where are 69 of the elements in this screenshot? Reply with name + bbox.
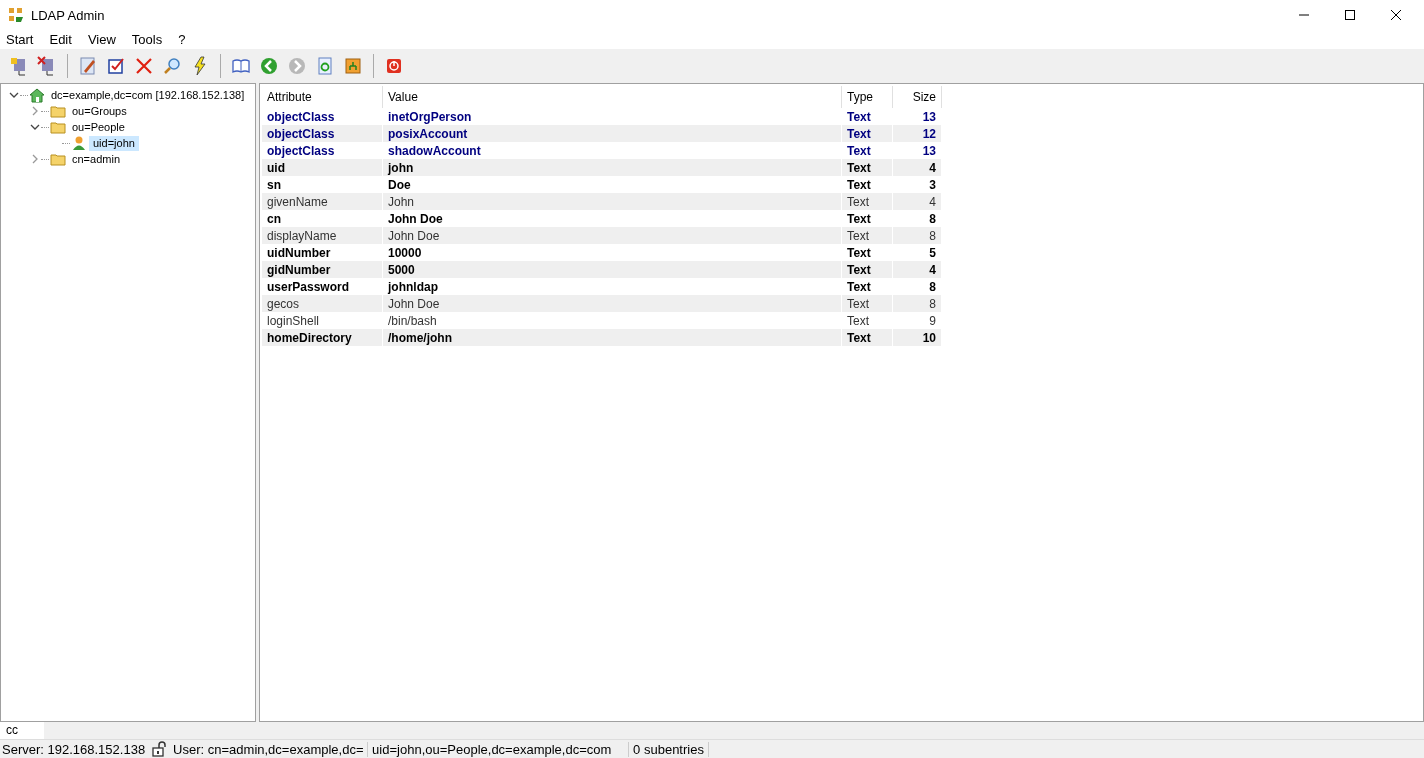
table-cell: homeDirectory bbox=[262, 329, 383, 346]
search-icon[interactable] bbox=[162, 56, 182, 76]
table-cell: 4 bbox=[893, 261, 942, 278]
table-cell: 5000 bbox=[383, 261, 842, 278]
status-server: Server: 192.168.152.138 bbox=[1, 741, 147, 757]
power-icon[interactable] bbox=[384, 56, 404, 76]
table-cell: Text bbox=[842, 193, 893, 210]
menu-item[interactable]: Tools bbox=[131, 31, 163, 47]
table-cell: John bbox=[383, 193, 842, 210]
maximize-icon[interactable] bbox=[1344, 9, 1356, 21]
status-user: User: cn=admin,dc=example,dc= bbox=[169, 741, 369, 757]
column-header[interactable]: Value bbox=[383, 86, 842, 108]
folder-icon bbox=[50, 119, 66, 135]
table-cell: 10 bbox=[893, 329, 942, 346]
table-cell: /home/john bbox=[383, 329, 842, 346]
table-cell: john bbox=[383, 159, 842, 176]
tree-item[interactable]: uid=john bbox=[89, 135, 139, 151]
table-cell: 8 bbox=[893, 295, 942, 312]
collapse-chevron-icon[interactable] bbox=[9, 90, 19, 100]
table-cell: Text bbox=[842, 295, 893, 312]
tree-item[interactable]: ou=Groups bbox=[68, 103, 131, 119]
table-cell: givenName bbox=[262, 193, 383, 210]
checkbox-icon[interactable] bbox=[106, 56, 126, 76]
table-cell: Text bbox=[842, 261, 893, 278]
table-cell: Text bbox=[842, 329, 893, 346]
status-subentries: 0 subentries bbox=[629, 741, 709, 757]
menu-item[interactable]: Start bbox=[6, 31, 34, 47]
table-cell: 4 bbox=[893, 193, 942, 210]
table-cell: objectClass bbox=[262, 125, 383, 142]
tab[interactable]: cc bbox=[0, 722, 44, 739]
table-cell: 4 bbox=[893, 159, 942, 176]
table-cell: gidNumber bbox=[262, 261, 383, 278]
column-header[interactable]: Type bbox=[842, 86, 893, 108]
menu-item[interactable]: ? bbox=[178, 31, 186, 47]
tree-view-icon[interactable] bbox=[343, 56, 363, 76]
table-cell: John Doe bbox=[383, 227, 842, 244]
status-dn: uid=john,ou=People,dc=example,dc=com bbox=[368, 741, 630, 757]
user-icon bbox=[71, 135, 87, 151]
refresh-icon[interactable] bbox=[315, 56, 335, 76]
menu-item[interactable]: Edit bbox=[49, 31, 72, 47]
table-cell: 8 bbox=[893, 227, 942, 244]
server-house-icon bbox=[29, 87, 45, 103]
table-cell: Text bbox=[842, 227, 893, 244]
table-cell: displayName bbox=[262, 227, 383, 244]
table-cell: uid bbox=[262, 159, 383, 176]
table-cell: Text bbox=[842, 125, 893, 142]
column-header[interactable]: Attribute bbox=[262, 86, 383, 108]
folder-icon bbox=[50, 151, 66, 167]
menu-item[interactable]: View bbox=[87, 31, 116, 47]
close-icon[interactable] bbox=[1390, 9, 1402, 21]
expand-chevron-icon[interactable] bbox=[30, 106, 40, 116]
tree-item[interactable]: cn=admin bbox=[68, 151, 124, 167]
column-header[interactable]: Size bbox=[893, 86, 942, 108]
app-logo-icon bbox=[8, 7, 24, 23]
table-cell: 12 bbox=[893, 125, 942, 142]
delete-icon[interactable] bbox=[134, 56, 154, 76]
tree-item[interactable]: ou=People bbox=[68, 119, 129, 135]
table-cell: gecos bbox=[262, 295, 383, 312]
folder-icon bbox=[50, 103, 66, 119]
tree-item[interactable]: dc=example,dc=com [192.168.152.138] bbox=[47, 87, 249, 103]
window-title: LDAP Admin bbox=[31, 7, 105, 23]
book-icon[interactable] bbox=[231, 56, 251, 76]
padlock-icon bbox=[151, 741, 168, 757]
table-cell: John Doe bbox=[383, 295, 842, 312]
collapse-chevron-icon[interactable] bbox=[30, 122, 40, 132]
table-cell: posixAccount bbox=[383, 125, 842, 142]
expand-chevron-icon[interactable] bbox=[30, 154, 40, 164]
table-cell: Text bbox=[842, 159, 893, 176]
edit-icon[interactable] bbox=[78, 56, 98, 76]
